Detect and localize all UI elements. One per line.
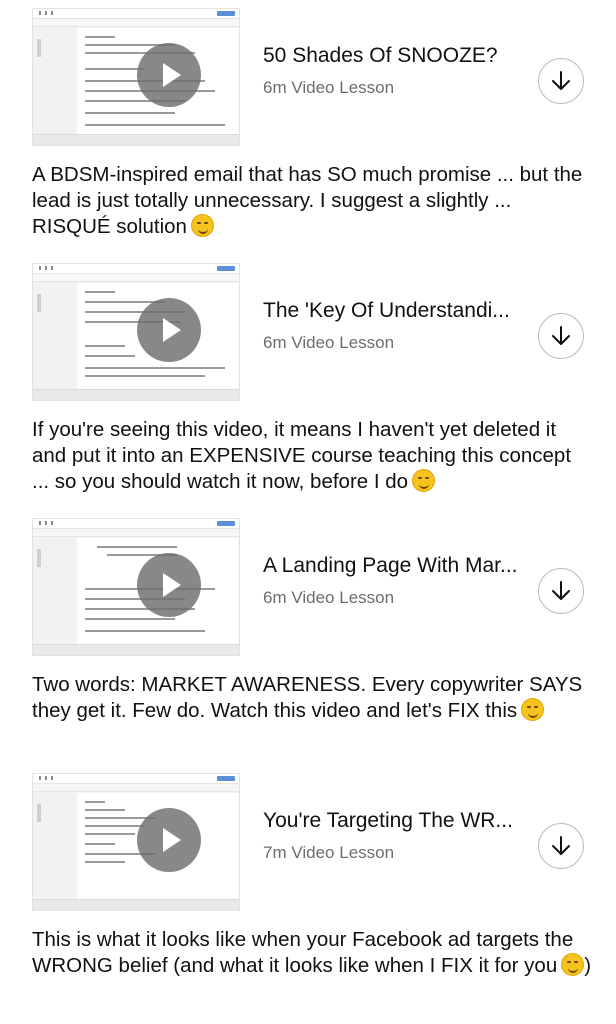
lesson-description: This is what it looks like when your Fac… [32,928,592,977]
lesson-description: If you're seeing this video, it means I … [32,418,572,493]
download-arrow-icon [552,836,570,855]
download-arrow-icon [552,581,570,600]
video-thumbnail[interactable] [32,263,240,401]
lesson-title[interactable]: You're Targeting The WR... [263,809,513,833]
lesson-meta: 6m Video Lesson [263,333,395,352]
lesson-meta: 7m Video Lesson [263,843,395,862]
download-button[interactable] [538,823,584,869]
play-icon[interactable] [137,808,201,872]
lesson-meta: 6m Video Lesson [263,588,395,607]
lesson-title[interactable]: The 'Key Of Understandi... [263,299,510,323]
download-button[interactable] [538,58,584,104]
lesson-description: A BDSM-inspired email that has SO much p… [32,163,583,238]
winking-face-icon [412,469,436,492]
video-thumbnail[interactable] [32,773,240,911]
face-with-steam-from-nose-icon [521,698,545,721]
play-icon[interactable] [137,553,201,617]
video-thumbnail[interactable] [32,8,240,146]
download-arrow-icon [552,326,570,345]
download-button[interactable] [538,313,584,359]
play-icon[interactable] [137,298,201,362]
lesson-title[interactable]: A Landing Page With Mar... [263,554,517,578]
lesson-title[interactable]: 50 Shades Of SNOOZE? [263,44,498,68]
smirking-face-icon [190,214,214,237]
download-arrow-icon [552,71,570,90]
download-button[interactable] [538,568,584,614]
grinning-face-with-sweat-icon [561,953,585,976]
lesson-description: Two words: MARKET AWARENESS. Every copyw… [32,673,583,722]
video-thumbnail[interactable] [32,518,240,656]
play-icon[interactable] [137,43,201,107]
lesson-meta: 6m Video Lesson [263,78,395,97]
